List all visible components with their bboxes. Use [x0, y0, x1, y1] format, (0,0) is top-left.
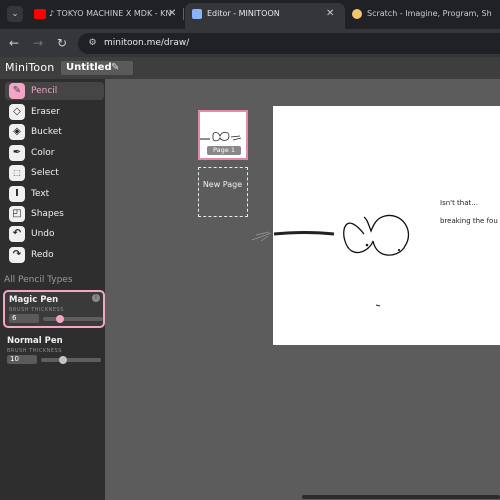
- browser-tab-tokyo-machine[interactable]: ♪ TOKYO MACHINE X MDK - KN ✕: [27, 3, 182, 29]
- thickness-input[interactable]: 6: [9, 314, 39, 323]
- pencil-edit-icon[interactable]: ✎: [111, 61, 119, 75]
- tool-label: Color: [31, 148, 55, 158]
- pencil-icon: ✎: [9, 83, 25, 99]
- pen-name: Normal Pen: [7, 336, 63, 346]
- site-info-icon[interactable]: ⚙: [86, 37, 99, 50]
- back-arrow-icon[interactable]: ←: [5, 34, 23, 52]
- pencil-types-heading: All Pencil Types: [4, 275, 73, 285]
- slider-thumb[interactable]: [59, 356, 67, 364]
- document-title[interactable]: Untitled: [66, 61, 112, 75]
- undo-icon: ↶: [9, 226, 25, 242]
- canvas-sketch: [251, 214, 410, 307]
- browser-tab-strip: ⌄ ♪ TOKYO MACHINE X MDK - KN ✕ Editor - …: [0, 0, 500, 29]
- pen-name: Magic Pen: [9, 295, 59, 305]
- drawing-workspace: Page 1 New Page Isn't that... breaking t…: [105, 79, 500, 500]
- tool-label: Bucket: [31, 127, 62, 137]
- tool-bucket[interactable]: ◈ Bucket: [5, 123, 104, 141]
- tool-label: Eraser: [31, 107, 60, 117]
- tool-label: Select: [31, 168, 59, 178]
- tools-sidebar: ✎ Pencil ◇ Eraser ◈ Bucket ✒ Color ⬚ Sel…: [0, 79, 105, 500]
- tool-undo[interactable]: ↶ Undo: [5, 225, 104, 243]
- app-header: MiniToon Untitled ✎: [0, 57, 500, 79]
- close-tab-icon[interactable]: ✕: [168, 3, 176, 25]
- browser-tab-scratch[interactable]: Scratch - Imagine, Program, Sh: [345, 3, 500, 29]
- thickness-slider[interactable]: [41, 356, 101, 364]
- tab-title: Scratch - Imagine, Program, Sh: [367, 9, 492, 18]
- info-icon[interactable]: i: [92, 294, 100, 302]
- youtube-icon: [34, 9, 46, 19]
- eraser-icon: ◇: [9, 104, 25, 120]
- tool-color[interactable]: ✒ Color: [5, 144, 104, 162]
- color-picker-icon: ✒: [9, 145, 25, 161]
- tool-label: Redo: [31, 250, 54, 260]
- tab-title: ♪ TOKYO MACHINE X MDK - KN: [49, 9, 172, 18]
- document-title-field[interactable]: Untitled ✎: [61, 61, 133, 75]
- scratch-favicon-icon: [352, 9, 362, 19]
- tab-search-icon[interactable]: ⌄: [7, 6, 23, 22]
- tool-label: Shapes: [31, 209, 64, 219]
- horizontal-scrollbar[interactable]: [302, 495, 500, 499]
- select-icon: ⬚: [9, 165, 25, 181]
- redo-icon: ↷: [9, 247, 25, 263]
- tool-select[interactable]: ⬚ Select: [5, 164, 104, 182]
- tab-separator: [183, 8, 184, 20]
- tool-redo[interactable]: ↷ Redo: [5, 246, 104, 264]
- address-bar[interactable]: ⚙ minitoon.me/draw/: [78, 33, 500, 54]
- close-tab-icon[interactable]: ✕: [326, 3, 334, 25]
- tool-pencil[interactable]: ✎ Pencil: [5, 82, 104, 100]
- tab-title: Editor - MINITOON: [207, 9, 280, 18]
- app-logo: MiniToon: [5, 61, 55, 74]
- thickness-slider[interactable]: [43, 315, 103, 323]
- tool-label: Text: [31, 189, 50, 199]
- tool-shapes[interactable]: ◰ Shapes: [5, 205, 104, 223]
- reload-icon[interactable]: ↻: [53, 34, 71, 52]
- thickness-input[interactable]: 10: [7, 355, 37, 364]
- tool-label: Undo: [31, 229, 55, 239]
- browser-tab-minitoon[interactable]: Editor - MINITOON ✕: [185, 3, 345, 29]
- tool-eraser[interactable]: ◇ Eraser: [5, 103, 104, 121]
- tool-text[interactable]: I Text: [5, 185, 104, 203]
- pen-type-normal-pen[interactable]: Normal Pen BRUSH THICKNESS 10: [3, 333, 105, 371]
- pen-thickness-label: BRUSH THICKNESS: [7, 348, 62, 354]
- address-url[interactable]: minitoon.me/draw/: [104, 33, 189, 54]
- minitoon-favicon-icon: [192, 9, 202, 19]
- tool-label: Pencil: [31, 86, 58, 96]
- shapes-icon: ◰: [9, 206, 25, 222]
- browser-toolbar: ← → ↻ ⚙ minitoon.me/draw/: [0, 29, 500, 57]
- pen-thickness-label: BRUSH THICKNESS: [9, 307, 64, 313]
- pen-type-magic-pen[interactable]: Magic Pen BRUSH THICKNESS 6 i: [3, 290, 105, 328]
- slider-thumb[interactable]: [56, 315, 64, 323]
- text-icon: I: [9, 186, 25, 202]
- forward-arrow-icon[interactable]: →: [29, 34, 47, 52]
- bucket-icon: ◈: [9, 124, 25, 140]
